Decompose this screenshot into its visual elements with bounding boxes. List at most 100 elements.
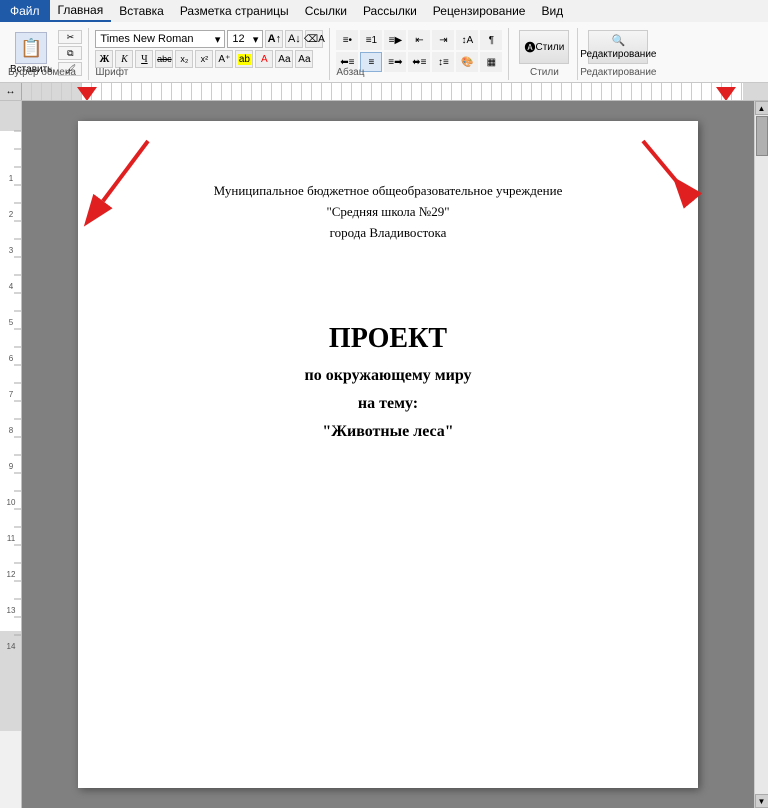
svg-text:3: 3 [9, 246, 14, 255]
font-case-btn2[interactable]: Аа [295, 50, 313, 68]
bold-button[interactable]: Ж [95, 50, 113, 68]
doc-subtitle3: "Животные леса" [158, 423, 618, 441]
decrease-indent-button[interactable]: ⇤ [408, 30, 430, 50]
underline-button[interactable]: Ч [135, 50, 153, 68]
clear-format-button[interactable]: ⌫A [305, 30, 323, 48]
menu-file[interactable]: Файл [0, 0, 50, 22]
scroll-track[interactable] [755, 115, 768, 794]
doc-title: ПРОЕКТ [158, 323, 618, 355]
show-marks-button[interactable]: ¶ [480, 30, 502, 50]
editing-button[interactable]: 🔍 Редактирование [588, 30, 648, 64]
font-shrink-button[interactable]: A↓ [285, 30, 303, 48]
svg-text:1: 1 [9, 174, 14, 183]
ruler-gray-right [743, 83, 768, 100]
left-red-arrow [93, 136, 163, 216]
font-name-arrow: ▾ [215, 33, 221, 46]
header-line3: города Владивостока [158, 223, 618, 244]
document-scroll[interactable]: Муниципальное бюджетное общеобразователь… [22, 101, 754, 808]
font-color-button[interactable]: А [255, 50, 273, 68]
svg-text:11: 11 [7, 534, 16, 543]
font-group: Times New Roman ▾ 12 ▾ A↑ A↓ ⌫A Ж К Ч ab… [91, 28, 330, 80]
subscript-button[interactable]: x₂ [175, 50, 193, 68]
editing-label: Редактирование [580, 49, 656, 60]
cut-button[interactable]: ✂ [58, 30, 82, 44]
editing-group-label: Редактирование [580, 67, 656, 78]
ribbon: 📋 Вставить ✂ ⧉ 🖌 Буфер обмена Times New … [0, 22, 768, 83]
superscript-button[interactable]: x² [195, 50, 213, 68]
ruler-marker[interactable]: ↔ [0, 83, 22, 100]
paragraph-group: ≡• ≡1 ≡▶ ⇤ ⇥ ↕A ¶ ⬅≡ ≡ ≡➡ ⬌≡ ↕≡ 🎨 ▦ Абза… [332, 28, 509, 80]
borders-button[interactable]: ▦ [480, 52, 502, 72]
header-line2: "Средняя школа №29" [158, 202, 618, 223]
styles-button[interactable]: 🅐 Стили [519, 30, 569, 64]
font-name-value: Times New Roman [100, 33, 193, 45]
menu-links[interactable]: Ссылки [297, 0, 355, 22]
scroll-up-button[interactable]: ▲ [755, 101, 768, 115]
strikethrough-button[interactable]: abc [155, 50, 173, 68]
increase-indent-button[interactable]: ⇥ [432, 30, 454, 50]
font-size-selector[interactable]: 12 ▾ [227, 30, 263, 48]
right-red-arrow [638, 136, 708, 216]
font-group-label: Шрифт [95, 67, 128, 78]
line-spacing-button[interactable]: ↕≡ [432, 52, 454, 72]
svg-text:8: 8 [9, 426, 14, 435]
menu-page-layout[interactable]: Разметка страницы [172, 0, 297, 22]
vertical-ruler-ticks: 1 2 3 4 5 6 7 8 9 10 11 12 13 14 [0, 101, 22, 808]
scroll-thumb[interactable] [756, 116, 768, 156]
font-size-value: 12 [232, 33, 244, 45]
doc-header: Муниципальное бюджетное общеобразователь… [158, 181, 618, 243]
ribbon-row: 📋 Вставить ✂ ⧉ 🖌 Буфер обмена Times New … [4, 26, 764, 82]
styles-label: Стили [535, 42, 564, 53]
styles-group: 🅐 Стили Стили [511, 28, 578, 80]
align-right-button[interactable]: ≡➡ [384, 52, 406, 72]
paste-icon: 📋 [15, 32, 47, 64]
bullets-button[interactable]: ≡• [336, 30, 358, 50]
styles-group-label: Стили [530, 67, 559, 78]
copy-button[interactable]: ⧉ [58, 46, 82, 60]
editing-group: 🔍 Редактирование Редактирование [580, 28, 656, 80]
clipboard-group: 📋 Вставить ✂ ⧉ 🖌 Буфер обмена [4, 28, 89, 80]
italic-button[interactable]: К [115, 50, 133, 68]
text-effects-button[interactable]: A⁺ [215, 50, 233, 68]
vertical-scrollbar[interactable]: ▲ ▼ [754, 101, 768, 808]
svg-text:12: 12 [7, 570, 16, 579]
styles-icon: 🅐 [524, 39, 535, 55]
sort-button[interactable]: ↕A [456, 30, 478, 50]
document-page: Муниципальное бюджетное общеобразователь… [78, 121, 698, 788]
svg-text:6: 6 [9, 354, 14, 363]
svg-text:14: 14 [7, 642, 16, 651]
ruler-area [22, 83, 768, 100]
clipboard-label: Буфер обмена [8, 67, 76, 78]
menu-home[interactable]: Главная [50, 0, 112, 22]
menu-view[interactable]: Вид [533, 0, 571, 22]
font-grow-button[interactable]: A↑ [265, 30, 283, 48]
highlight-button[interactable]: ab [235, 50, 253, 68]
svg-text:9: 9 [9, 462, 14, 471]
menu-bar: Файл Главная Вставка Разметка страницы С… [0, 0, 768, 22]
svg-text:13: 13 [7, 606, 16, 615]
header-line1: Муниципальное бюджетное общеобразователь… [158, 181, 618, 202]
scroll-down-button[interactable]: ▼ [755, 794, 768, 808]
menu-review[interactable]: Рецензирование [425, 0, 534, 22]
svg-text:2: 2 [9, 210, 14, 219]
para-group-label: Абзац [336, 67, 364, 78]
menu-insert[interactable]: Вставка [111, 0, 172, 22]
horizontal-ruler: ↔ [0, 83, 768, 101]
font-formatting-row: Ж К Ч abc x₂ x² A⁺ ab А Аа Аа [95, 50, 323, 68]
doc-subtitle1: по окружающему миру [158, 367, 618, 385]
vertical-ruler: 1 2 3 4 5 6 7 8 9 10 11 12 13 14 [0, 101, 22, 808]
multilevel-button[interactable]: ≡▶ [384, 30, 406, 50]
menu-mailings[interactable]: Рассылки [355, 0, 425, 22]
doc-subtitle2: на тему: [158, 395, 618, 413]
shading-button[interactable]: 🎨 [456, 52, 478, 72]
para-row1: ≡• ≡1 ≡▶ ⇤ ⇥ ↕A ¶ [336, 30, 502, 50]
ruler-ticks [22, 83, 768, 100]
justify-button[interactable]: ⬌≡ [408, 52, 430, 72]
editing-icon: 🔍 [612, 34, 626, 47]
numbering-button[interactable]: ≡1 [360, 30, 382, 50]
svg-text:7: 7 [9, 390, 14, 399]
svg-text:5: 5 [9, 318, 14, 327]
font-case-btn1[interactable]: Аа [275, 50, 293, 68]
svg-text:10: 10 [7, 498, 16, 507]
font-name-selector[interactable]: Times New Roman ▾ [95, 30, 225, 48]
